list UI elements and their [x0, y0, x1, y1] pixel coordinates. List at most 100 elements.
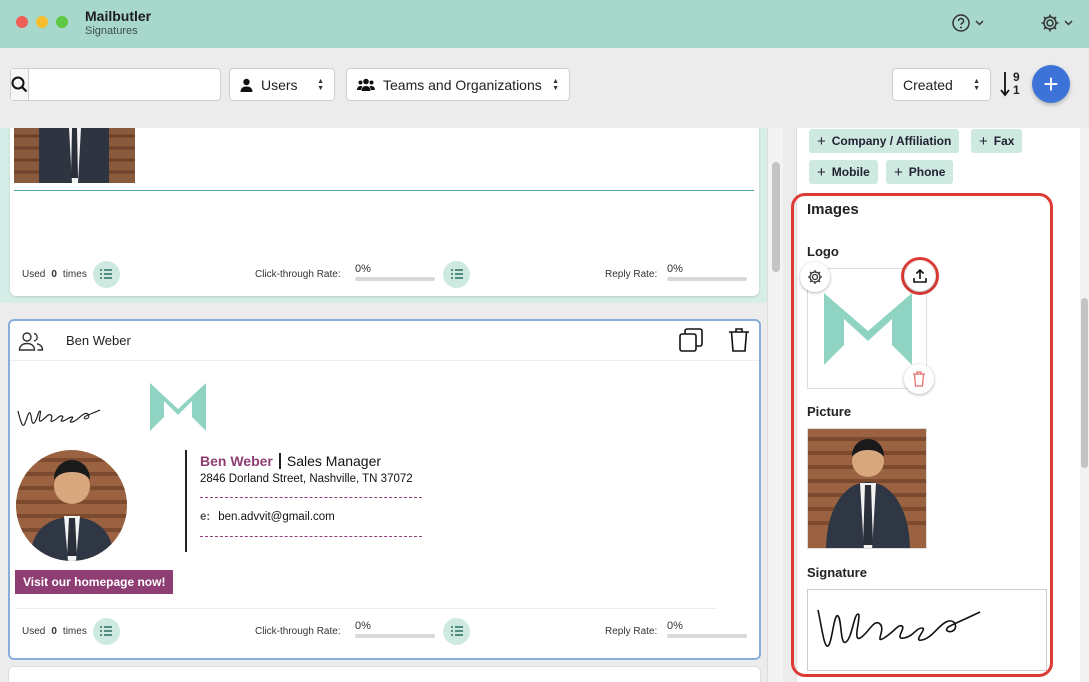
search-icon[interactable]: [11, 69, 29, 100]
reply-rate: 0%: [667, 263, 747, 281]
company-logo: [146, 379, 210, 442]
dashed-divider: [200, 497, 422, 498]
email-label: e:: [200, 511, 211, 523]
plus-icon: +: [979, 132, 988, 150]
plus-icon: +: [817, 163, 826, 181]
usage-stats-row: Used 0 times Click-through Rate: 0% Repl…: [10, 259, 759, 289]
signature-card-next[interactable]: [8, 666, 761, 682]
list-scrollbar[interactable]: [767, 128, 783, 682]
filter-toolbar: Users ▲ ▼ Teams and Organizations ▲ ▼ Crea…: [0, 48, 1089, 128]
signature-name: Ben Weber: [200, 453, 273, 469]
picture-label: Picture: [807, 404, 852, 419]
settings-menu-button[interactable]: [1040, 12, 1073, 34]
ctr-progress-bar: [355, 277, 435, 281]
signature-owner-name: Ben Weber: [66, 333, 131, 348]
signature-list: Used 0 times Click-through Rate: 0% Repl…: [0, 128, 767, 682]
add-mobile-chip[interactable]: + Mobile: [809, 160, 878, 184]
reply-label: Reply Rate:: [605, 625, 658, 637]
sort-by-label: Created: [903, 76, 953, 93]
app-title: Mailbutler: [85, 8, 152, 24]
sort-digit-bottom: 1: [1013, 83, 1020, 97]
add-signature-button[interactable]: +: [1032, 65, 1070, 103]
teams-filter-select[interactable]: Teams and Organizations ▲ ▼: [346, 68, 570, 101]
signature-divider: [14, 190, 754, 191]
ctr-rate: 0%: [355, 263, 435, 281]
signature-label: Signature: [807, 565, 867, 580]
signature-card-selected[interactable]: Used 0 times Click-through Rate: 0% Repl…: [0, 128, 767, 303]
trash-icon: [913, 371, 925, 387]
users-filter-select[interactable]: Users ▲ ▼: [229, 68, 335, 101]
reply-rate: 0%: [667, 620, 747, 638]
signature-name-line: Ben Weber Sales Manager: [200, 453, 382, 469]
chevron-down-icon: [1064, 20, 1073, 26]
signature-preview[interactable]: [807, 589, 1047, 671]
card-separator: [16, 608, 716, 609]
title-bar: Mailbutler Signatures: [0, 0, 1089, 48]
help-icon: [952, 14, 970, 32]
ctr-details-button[interactable]: [443, 617, 470, 645]
reply-label: Reply Rate:: [605, 268, 658, 280]
signature-job-title: Sales Manager: [278, 453, 382, 469]
app-subtitle: Signatures: [85, 25, 138, 37]
signature-card-body: Used 0 times Click-through Rate: 0% Repl…: [10, 128, 759, 296]
updown-chevron-icon: ▲ ▼: [552, 77, 559, 92]
picture-preview[interactable]: [807, 428, 927, 549]
trash-icon[interactable]: [728, 327, 750, 353]
user-icon: [240, 78, 253, 92]
sort-by-select[interactable]: Created ▲ ▼: [892, 68, 991, 101]
panel-scrollbar-thumb[interactable]: [1081, 298, 1088, 468]
dashed-divider: [200, 536, 422, 537]
ctr-details-button[interactable]: [443, 260, 470, 288]
signature-vertical-divider: [185, 450, 187, 552]
ctr-label: Click-through Rate:: [255, 268, 341, 280]
logo-upload-button[interactable]: [905, 261, 935, 291]
logo-settings-button[interactable]: [800, 262, 830, 292]
homepage-cta-button[interactable]: Visit our homepage now!: [15, 570, 174, 594]
upload-icon: [913, 268, 927, 283]
updown-chevron-icon: ▲ ▼: [317, 77, 324, 92]
signature-address: 2846 Dorland Street, Nashville, TN 37072: [200, 473, 413, 485]
add-company-affiliation-chip[interactable]: + Company / Affiliation: [809, 129, 960, 153]
signature-email-line: e: ben.advvit@gmail.com: [200, 511, 335, 523]
panel-scrollbar[interactable]: [1080, 128, 1089, 682]
updown-chevron-icon: ▲ ▼: [973, 77, 980, 92]
picture-image: [808, 429, 926, 548]
used-count: Used 0 times: [22, 616, 120, 646]
signature-email: ben.advvit@gmail.com: [218, 511, 335, 523]
usage-stats-row: Used 0 times Click-through Rate: 0% Repl…: [10, 616, 759, 646]
minimize-window-button[interactable]: [36, 16, 48, 28]
zoom-window-button[interactable]: [56, 16, 68, 28]
help-menu-button[interactable]: [951, 12, 984, 34]
signature-image: [817, 609, 981, 647]
signature-card-ben-weber[interactable]: Ben Weber Ben Weber Sales Manager 2846 D…: [8, 319, 761, 660]
ctr-rate: 0%: [355, 620, 435, 638]
handwritten-signature: [16, 401, 108, 438]
profile-avatar: [16, 450, 127, 561]
usage-details-button[interactable]: [92, 617, 120, 645]
list-icon: [450, 269, 463, 279]
gear-icon: [808, 270, 822, 284]
search-input[interactable]: [29, 69, 221, 100]
list-icon: [100, 269, 113, 279]
chevron-down-icon: [975, 20, 984, 26]
reply-progress-bar: [667, 277, 747, 281]
teams-filter-label: Teams and Organizations: [383, 76, 542, 93]
plus-icon: +: [894, 163, 903, 181]
logo-delete-button[interactable]: [904, 364, 934, 394]
ctr-label: Click-through Rate:: [255, 625, 341, 637]
used-count: Used 0 times: [22, 259, 120, 289]
sort-descending-icon: [1000, 72, 1010, 97]
duplicate-icon[interactable]: [678, 327, 704, 353]
sort-order-button[interactable]: 9 1: [1000, 70, 1024, 100]
list-scrollbar-thumb[interactable]: [772, 162, 780, 272]
usage-details-button[interactable]: [92, 260, 120, 288]
team-icon: [357, 78, 375, 91]
add-phone-chip[interactable]: + Phone: [886, 160, 954, 184]
list-icon: [450, 626, 463, 636]
add-fax-chip[interactable]: + Fax: [971, 129, 1023, 153]
sort-digit-top: 9: [1013, 70, 1020, 84]
people-icon: [18, 332, 44, 351]
close-window-button[interactable]: [16, 16, 28, 28]
gear-icon: [1041, 14, 1059, 32]
logo-image: [824, 293, 912, 365]
